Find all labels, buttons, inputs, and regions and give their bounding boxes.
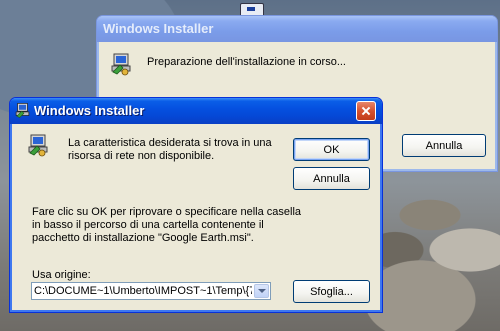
dialog-message-line2: risorsa di rete non disponibile. [68, 150, 215, 162]
dialog-titlebar[interactable]: Windows Installer [10, 98, 382, 124]
dialog-message-line1: La caratteristica desiderata si trova in… [68, 137, 272, 149]
browse-button[interactable]: Sfoglia... [293, 280, 370, 303]
installer-icon [28, 134, 48, 157]
instructions-line2: in basso il percorso di una cartella con… [32, 219, 264, 231]
installer-icon [111, 53, 131, 76]
chevron-down-icon[interactable] [254, 284, 269, 298]
cancel-button[interactable]: Annulla [293, 167, 370, 190]
background-window-titlebar[interactable]: Windows Installer [97, 16, 497, 42]
dialog-body: La caratteristica desiderata si trova in… [13, 124, 379, 309]
background-cancel-button[interactable]: Annulla [402, 134, 486, 157]
dialog-title: Windows Installer [34, 103, 145, 118]
background-window-title: Windows Installer [103, 21, 214, 36]
background-window-message: Preparazione dell'installazione in corso… [147, 56, 346, 68]
installer-dialog: Windows Installer La caratteristica desi… [9, 97, 383, 313]
ok-button[interactable]: OK [293, 138, 370, 161]
source-path-value: C:\DOCUME~1\Umberto\IMPOST~1\Temp\{7709B [34, 285, 252, 297]
instructions-line3: pacchetto di installazione "Google Earth… [32, 232, 254, 244]
instructions-line1: Fare clic su OK per riprovare o specific… [32, 206, 302, 218]
source-label: Usa origine: [32, 269, 91, 281]
source-path-combobox[interactable]: C:\DOCUME~1\Umberto\IMPOST~1\Temp\{7709B [31, 282, 271, 300]
installer-icon [15, 103, 30, 118]
close-icon[interactable] [356, 101, 376, 121]
